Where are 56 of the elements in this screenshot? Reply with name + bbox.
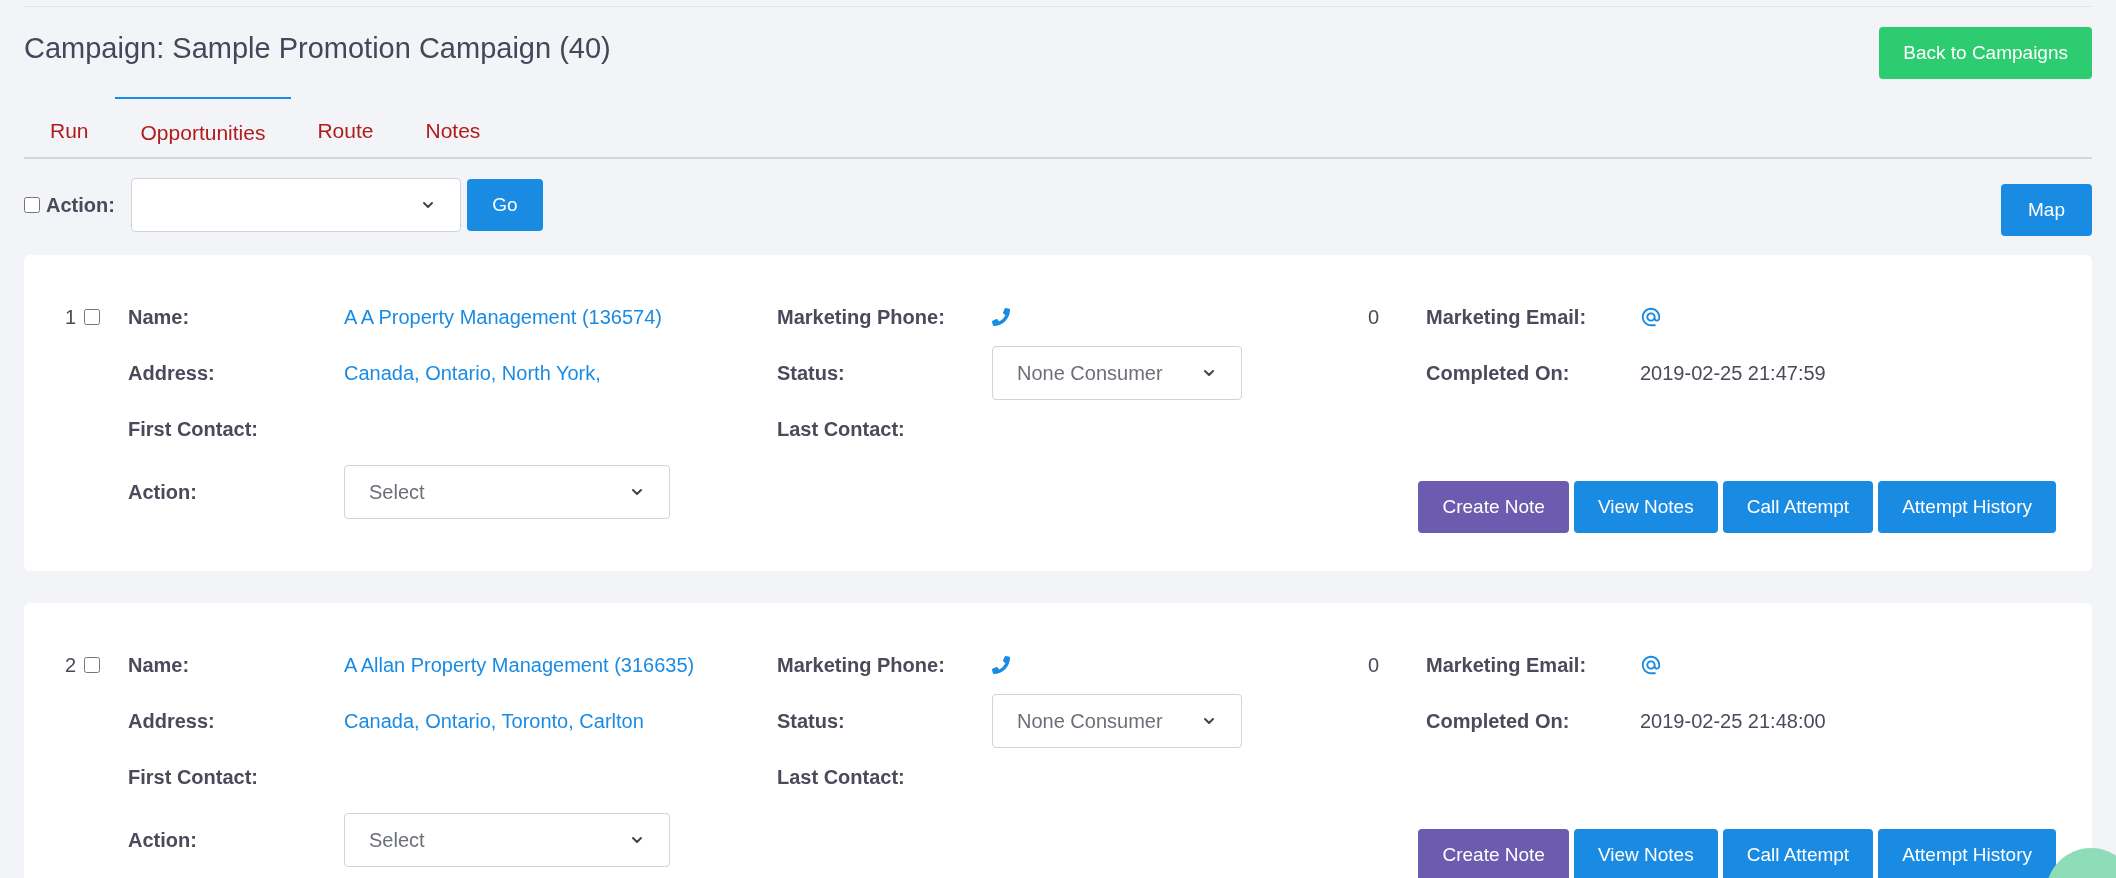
page-title: Campaign: Sample Promotion Campaign (40) [24,31,611,66]
field-label: Last Contact: [777,417,906,442]
back-button[interactable]: Back to Campaigns [1879,27,2092,79]
row-checkbox[interactable] [84,657,100,673]
action-button[interactable]: Call Attempt [1722,481,1874,533]
count-value: 0 [1367,305,1381,330]
field-label: Name: [128,305,191,330]
field-label: Completed On: [1426,361,1571,386]
action-button[interactable]: Attempt History [1878,481,2056,533]
action-select[interactable]: Select [344,465,670,519]
field-label: Marketing Email: [1426,653,1588,678]
row-checkbox[interactable] [84,309,100,325]
address-link[interactable]: Canada, Ontario, Toronto, Carlton [344,706,777,736]
address-link[interactable]: Canada, Ontario, North York, [344,358,777,388]
phone-icon[interactable] [992,308,1010,326]
field-label: Marketing Phone: [777,653,946,678]
company-link[interactable]: A A Property Management (136574) [344,302,777,332]
email-icon[interactable] [1640,654,1662,676]
phone-icon[interactable] [992,656,1010,674]
action-select[interactable]: Select [344,813,670,867]
select-all-checkbox[interactable] [24,197,40,213]
field-label: Last Contact: [777,765,906,790]
email-icon[interactable] [1640,306,1662,328]
field-label: First Contact: [128,417,259,442]
field-label: Address: [128,709,216,734]
action-button[interactable]: Create Note [1418,481,1569,533]
go-button[interactable]: Go [466,179,543,231]
completed-date: 2019-02-25 21:48:00 [1640,709,1827,734]
company-link[interactable]: A Allan Property Management (316635) [344,650,777,680]
action-button[interactable]: Create Note [1418,829,1569,878]
row-number: 2 [63,653,77,678]
field-label: Action: [46,193,115,218]
map-button[interactable]: Map [2001,184,2092,236]
field-label: Action: [128,828,197,853]
status-select[interactable]: None Consumer [992,346,1242,400]
field-label: Name: [128,653,191,678]
field-label: Status: [777,361,846,386]
action-button[interactable]: Call Attempt [1722,829,1874,878]
row-number: 1 [63,305,77,330]
field-label: Marketing Email: [1426,305,1588,330]
field-label: Completed On: [1426,709,1571,734]
field-label: Marketing Phone: [777,305,946,330]
count-value: 0 [1367,653,1381,678]
field-label: First Contact: [128,765,259,790]
tab[interactable]: Route [291,97,400,157]
action-button[interactable]: View Notes [1573,481,1718,533]
tab[interactable]: Run [24,97,115,157]
action-button[interactable]: View Notes [1573,829,1718,878]
tab[interactable]: Opportunities [114,97,292,157]
tab[interactable]: Notes [399,97,507,157]
field-label: Action: [128,480,197,505]
status-select[interactable]: None Consumer [992,694,1242,748]
completed-date: 2019-02-25 21:47:59 [1640,361,1827,386]
field-label: Status: [777,709,846,734]
action-button[interactable]: Attempt History [1878,829,2056,878]
field-label: Address: [128,361,216,386]
